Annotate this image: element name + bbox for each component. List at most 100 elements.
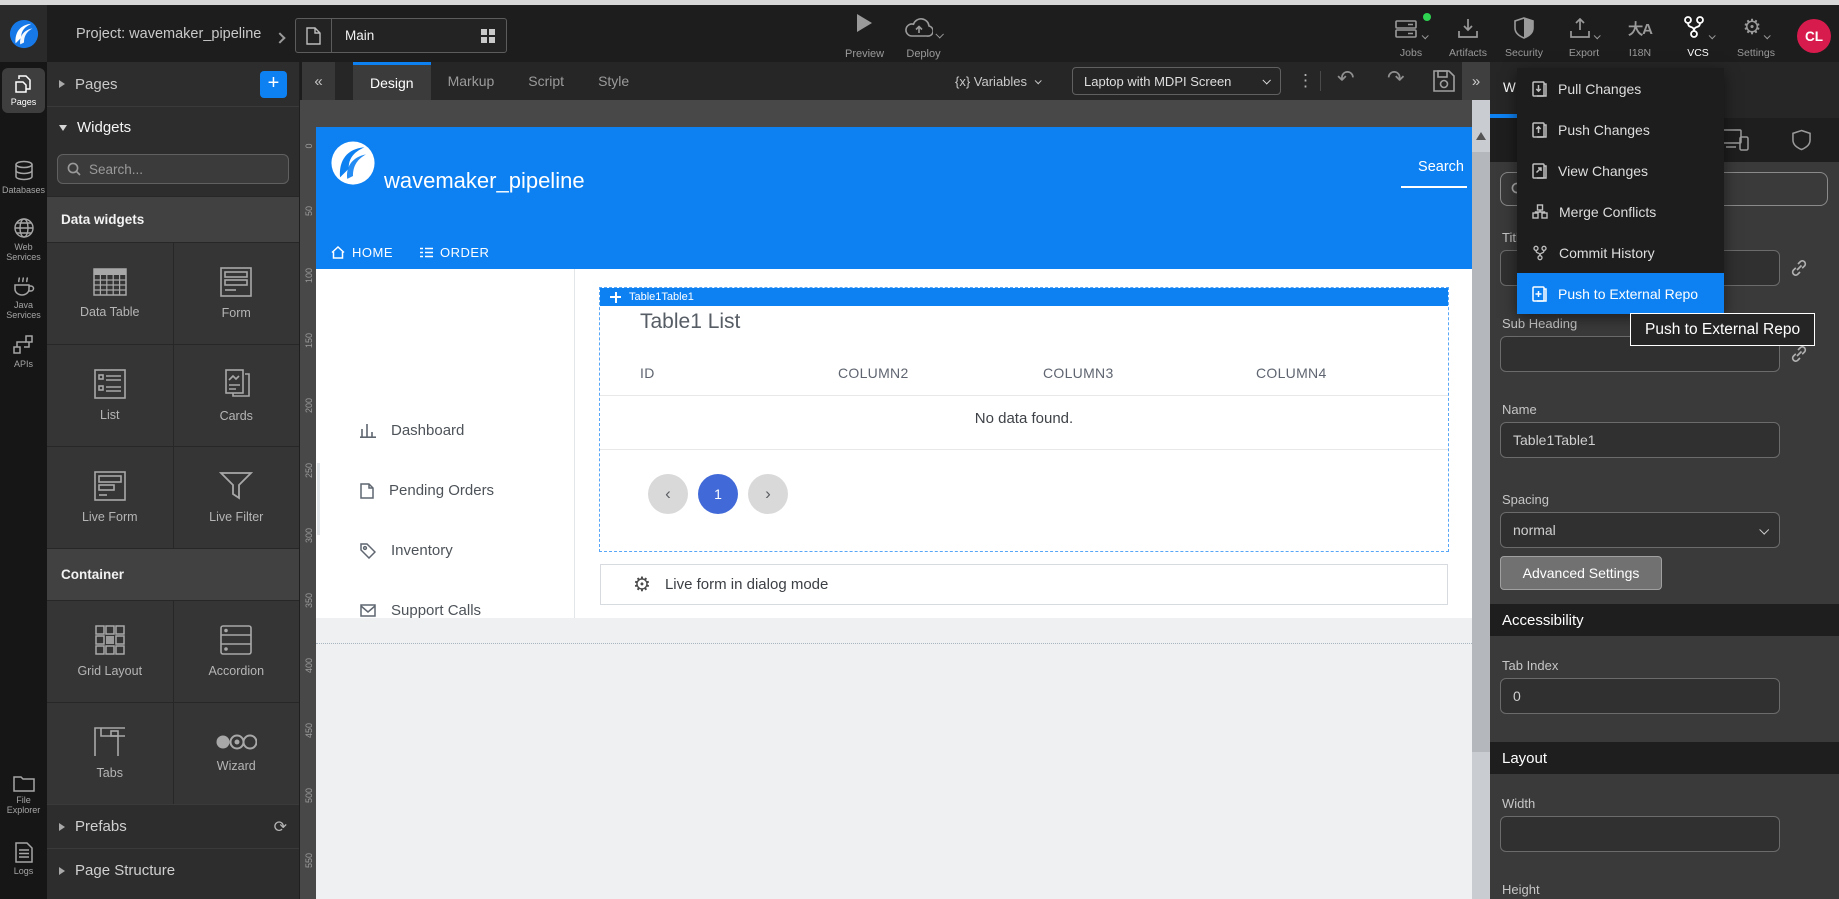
widget-selection-bar[interactable]: Table1Table1: [600, 288, 1448, 306]
spacing-select[interactable]: normal: [1500, 512, 1780, 548]
tab-index-field[interactable]: [1500, 678, 1780, 714]
expand-panel-button[interactable]: »: [1462, 62, 1490, 100]
breadcrumb-chevron-icon: [276, 29, 284, 47]
rail-item-file-explorer[interactable]: File Explorer: [0, 774, 47, 815]
save-button[interactable]: [1433, 70, 1455, 97]
page-nav-inventory[interactable]: Inventory: [360, 542, 453, 559]
column-header-id[interactable]: ID: [640, 365, 655, 381]
widgets-section-header[interactable]: Widgets: [47, 106, 299, 148]
bind-link-icon[interactable]: [1789, 344, 1809, 369]
app-nav-order[interactable]: ORDER: [419, 245, 489, 260]
rail-item-apis[interactable]: APIs: [0, 334, 47, 369]
scroll-up-arrow-icon[interactable]: [1476, 132, 1486, 140]
refresh-icon[interactable]: ⟳: [274, 817, 287, 837]
more-options-icon[interactable]: ⋮: [1297, 69, 1314, 93]
user-avatar[interactable]: CL: [1797, 19, 1831, 53]
rail-item-databases[interactable]: Databases: [0, 160, 47, 195]
collapsed-arrow-icon: [59, 823, 65, 831]
pagination-next-button[interactable]: ›: [748, 474, 788, 514]
devices-icon[interactable]: [1720, 129, 1750, 151]
push-external-repo-icon: [1532, 286, 1547, 302]
live-form-dialog-widget[interactable]: ⚙ Live form in dialog mode: [600, 564, 1448, 605]
rail-item-web-services[interactable]: Web Services: [0, 217, 47, 262]
widget-tile-live-filter[interactable]: Live Filter: [174, 447, 300, 548]
app-search-link[interactable]: Search: [1418, 159, 1464, 175]
app-logo[interactable]: [330, 140, 376, 191]
collapse-explorer-button[interactable]: «: [302, 62, 335, 100]
container-widgets-grid: Grid Layout Accordion Tabs Wizard: [47, 600, 299, 804]
canvas-scrollbar-thumb[interactable]: [1472, 152, 1490, 752]
menu-item-pull-changes[interactable]: Pull Changes: [1517, 68, 1724, 109]
artifacts-button[interactable]: Artifacts: [1442, 15, 1494, 59]
rail-item-pages[interactable]: Pages: [2, 68, 45, 113]
advanced-settings-button[interactable]: Advanced Settings: [1500, 556, 1662, 590]
prefabs-section-header[interactable]: Prefabs ⟳: [47, 804, 299, 848]
canvas-scrollbar[interactable]: [1472, 100, 1490, 899]
push-changes-icon: [1532, 122, 1547, 138]
deploy-button[interactable]: Deploy: [905, 14, 942, 60]
widget-tile-tabs[interactable]: Tabs: [47, 703, 173, 804]
page-nav-support-calls[interactable]: Support Calls: [360, 602, 481, 619]
rail-item-java-services[interactable]: Java Services: [0, 275, 47, 320]
menu-item-push-to-external-repo[interactable]: Push to External Repo: [1517, 273, 1724, 314]
move-handle-icon[interactable]: [610, 292, 621, 303]
widget-tile-accordion[interactable]: Accordion: [174, 601, 300, 702]
widget-tile-list[interactable]: List: [47, 345, 173, 446]
widget-tile-grid-layout[interactable]: Grid Layout: [47, 601, 173, 702]
widget-tile-data-table[interactable]: Data Table: [47, 243, 173, 344]
wavemaker-logo[interactable]: [0, 5, 47, 62]
widget-tile-wizard[interactable]: Wizard: [174, 703, 300, 804]
app-nav: HOME ORDER: [316, 235, 1472, 269]
rail-item-logs[interactable]: Logs: [0, 842, 47, 876]
page-grid-icon[interactable]: [470, 19, 506, 52]
page-tab-main[interactable]: Main: [295, 18, 507, 53]
page-nav-pending-orders[interactable]: Pending Orders: [360, 482, 494, 499]
column-header-column3[interactable]: COLUMN3: [1043, 365, 1114, 381]
page-nav-dashboard[interactable]: Dashboard: [360, 422, 464, 439]
device-select[interactable]: Laptop with MDPI Screen: [1072, 67, 1281, 95]
pagination-page-1[interactable]: 1: [698, 474, 738, 514]
shield-outline-icon[interactable]: [1792, 129, 1811, 151]
folder-icon: [13, 774, 35, 792]
properties-tab-widget[interactable]: W: [1503, 80, 1516, 95]
pages-section-header[interactable]: Pages +: [47, 62, 299, 106]
menu-item-commit-history[interactable]: Commit History: [1517, 232, 1724, 273]
variables-button[interactable]: {x} Variables: [955, 62, 1040, 100]
selected-table-widget[interactable]: Table1Table1 Table1 List ID COLUMN2 COLU…: [600, 288, 1448, 551]
name-field[interactable]: [1500, 422, 1780, 458]
app-nav-home[interactable]: HOME: [331, 245, 393, 260]
bind-link-icon[interactable]: [1789, 258, 1809, 283]
grid-layout-icon: [95, 625, 125, 655]
tab-markup[interactable]: Markup: [431, 62, 512, 100]
add-page-button[interactable]: +: [260, 71, 287, 98]
page-structure-section-header[interactable]: Page Structure: [47, 848, 299, 892]
page-nav-scrollbar-thumb[interactable]: [317, 463, 320, 535]
redo-button[interactable]: ↷: [1387, 66, 1405, 91]
menu-list-icon: [419, 247, 433, 258]
tab-style[interactable]: Style: [581, 62, 646, 100]
widget-tile-form[interactable]: Form: [174, 243, 300, 344]
widget-tile-cards[interactable]: Cards: [174, 345, 300, 446]
preview-button[interactable]: Preview: [845, 14, 884, 60]
table-divider: [600, 395, 1448, 396]
menu-item-merge-conflicts[interactable]: Merge Conflicts: [1517, 191, 1724, 232]
tab-design[interactable]: Design: [353, 62, 431, 100]
sub-heading-label: Sub Heading: [1502, 316, 1577, 331]
table-list-title: Table1 List: [640, 310, 740, 334]
jobs-button[interactable]: Jobs: [1385, 15, 1437, 59]
settings-button[interactable]: ⚙ Settings: [1730, 15, 1782, 59]
widget-search-input[interactable]: [89, 162, 279, 177]
undo-button[interactable]: ↶: [1337, 66, 1355, 91]
menu-item-view-changes[interactable]: View Changes: [1517, 150, 1724, 191]
export-button[interactable]: Export: [1558, 15, 1610, 59]
column-header-column2[interactable]: COLUMN2: [838, 365, 909, 381]
width-field[interactable]: [1500, 816, 1780, 852]
security-button[interactable]: Security: [1498, 15, 1550, 59]
i18n-button[interactable]: 大A I18N: [1614, 15, 1666, 59]
tab-script[interactable]: Script: [511, 62, 581, 100]
pagination-prev-button[interactable]: ‹: [648, 474, 688, 514]
column-header-column4[interactable]: COLUMN4: [1256, 365, 1327, 381]
menu-item-push-changes[interactable]: Push Changes: [1517, 109, 1724, 150]
vcs-button[interactable]: VCS: [1672, 15, 1724, 59]
widget-tile-live-form[interactable]: Live Form: [47, 447, 173, 548]
